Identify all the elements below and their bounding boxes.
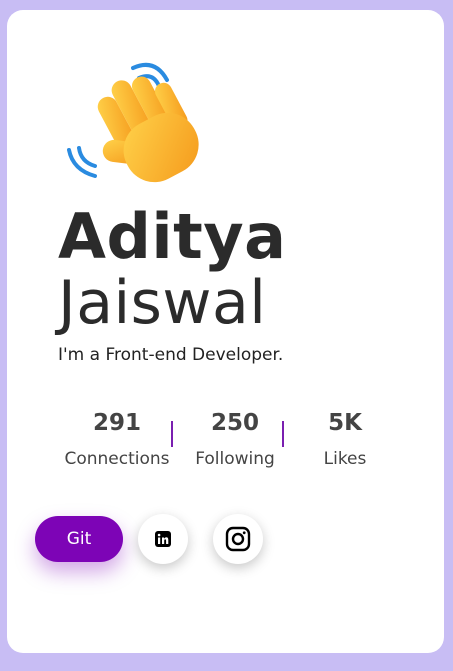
stat-divider [171,421,173,447]
stat-following: 250 Following [187,408,283,470]
instagram-icon [225,526,251,552]
stats-row: 291 Connections 250 Following 5K Likes [47,408,387,488]
stat-label: Likes [323,449,367,469]
waving-hand-icon [67,63,199,183]
linkedin-icon [155,531,171,547]
stat-label: Following [195,449,275,469]
linkedin-button[interactable] [138,514,188,564]
last-name: Jaiswal [58,268,267,338]
stat-likes: 5K Likes [305,408,385,470]
stat-value: 5K [328,410,362,436]
stat-value: 291 [92,410,141,436]
git-button[interactable]: Git [35,516,123,562]
profile-card: Aditya Jaiswal I'm a Front-end Developer… [7,10,444,653]
stat-connections: 291 Connections [57,408,177,470]
stat-value: 250 [210,410,259,436]
tagline: I'm a Front-end Developer. [58,345,284,365]
instagram-button[interactable] [213,514,263,564]
stat-divider [282,421,284,447]
stat-label: Connections [64,449,170,469]
